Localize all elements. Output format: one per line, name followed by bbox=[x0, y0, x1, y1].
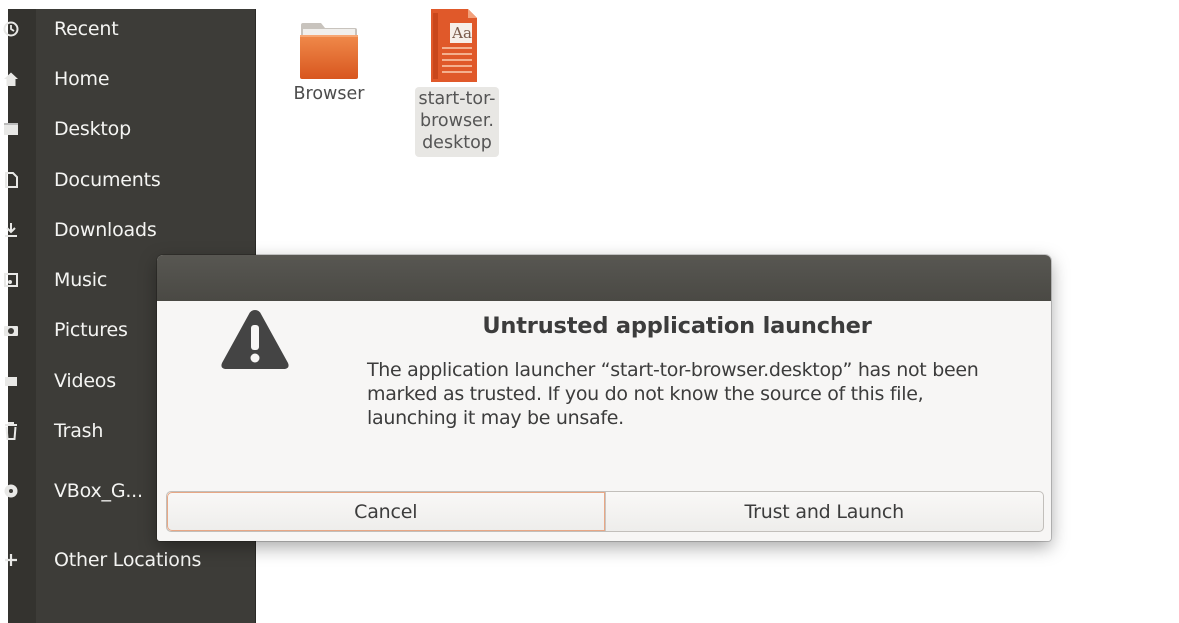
file-label-line: browser. bbox=[420, 111, 494, 131]
sidebar-item-downloads[interactable]: Downloads bbox=[5, 210, 256, 252]
sidebar-item-label: Music bbox=[54, 269, 108, 291]
file-icon-glyph: Aa bbox=[452, 24, 472, 42]
sidebar-item-documents[interactable]: Documents bbox=[5, 160, 256, 202]
plus-icon bbox=[2, 550, 20, 570]
dialog-message-line: The application launcher “start-tor-brow… bbox=[367, 359, 979, 381]
sidebar-item-label: VBox_G... bbox=[54, 480, 143, 502]
dialog-button-bar: Cancel Trust and Launch bbox=[166, 491, 1044, 532]
sidebar-item-other-locations[interactable]: Other Locations bbox=[5, 540, 256, 582]
sidebar-item-label: Recent bbox=[54, 18, 119, 40]
file-manager-window: Recent Home Desktop Documents Downloads bbox=[0, 0, 1179, 623]
folder-icon bbox=[295, 17, 363, 83]
dialog-titlebar[interactable] bbox=[157, 255, 1051, 302]
desktop-icon bbox=[2, 119, 20, 139]
sidebar-item-home[interactable]: Home bbox=[4, 59, 256, 101]
warning-icon bbox=[219, 307, 291, 373]
sidebar-item-label: Other Locations bbox=[54, 549, 202, 571]
disc-icon bbox=[2, 481, 20, 501]
trash-icon bbox=[2, 421, 20, 441]
text-file-icon: Aa bbox=[406, 9, 508, 85]
sidebar-item-recent[interactable]: Recent bbox=[3, 9, 256, 51]
sidebar-item-label: Desktop bbox=[54, 118, 131, 140]
sidebar-item-label: Trash bbox=[54, 420, 104, 442]
dialog-message-line: marked as trusted. If you do not know th… bbox=[367, 383, 924, 405]
dialog-title: Untrusted application launcher bbox=[482, 313, 872, 339]
document-icon bbox=[2, 170, 20, 190]
cancel-button[interactable]: Cancel bbox=[167, 492, 606, 531]
music-icon bbox=[2, 270, 20, 290]
sidebar-item-label: Videos bbox=[54, 370, 116, 392]
file-label-line: start-tor- bbox=[418, 89, 496, 109]
video-icon bbox=[2, 371, 20, 391]
file-item-start-tor-browser[interactable]: Aa start-tor- browser. desktop bbox=[406, 9, 508, 157]
trust-and-launch-button[interactable]: Trust and Launch bbox=[606, 492, 1044, 531]
sidebar-item-label: Pictures bbox=[54, 319, 128, 341]
dialog-message-line: launching it may be unsafe. bbox=[367, 407, 624, 429]
sidebar-item-desktop[interactable]: Desktop bbox=[4, 109, 256, 151]
sidebar-item-label: Documents bbox=[54, 169, 161, 191]
dialog-body: Untrusted application launcher The appli… bbox=[157, 301, 1051, 541]
clock-icon bbox=[2, 19, 20, 39]
sidebar-item-label: Home bbox=[54, 68, 110, 90]
sidebar-item-label: Downloads bbox=[54, 219, 157, 241]
untrusted-launcher-dialog: Untrusted application launcher The appli… bbox=[157, 255, 1051, 541]
file-label-line: desktop bbox=[422, 133, 492, 153]
camera-icon bbox=[2, 320, 20, 340]
download-icon bbox=[2, 220, 20, 240]
file-label: Browser bbox=[293, 84, 365, 104]
file-label: start-tor- browser. desktop bbox=[415, 87, 499, 157]
dialog-message: The application launcher “start-tor-brow… bbox=[367, 358, 1007, 430]
home-icon bbox=[2, 69, 20, 89]
file-item-browser[interactable]: Browser bbox=[282, 17, 376, 105]
